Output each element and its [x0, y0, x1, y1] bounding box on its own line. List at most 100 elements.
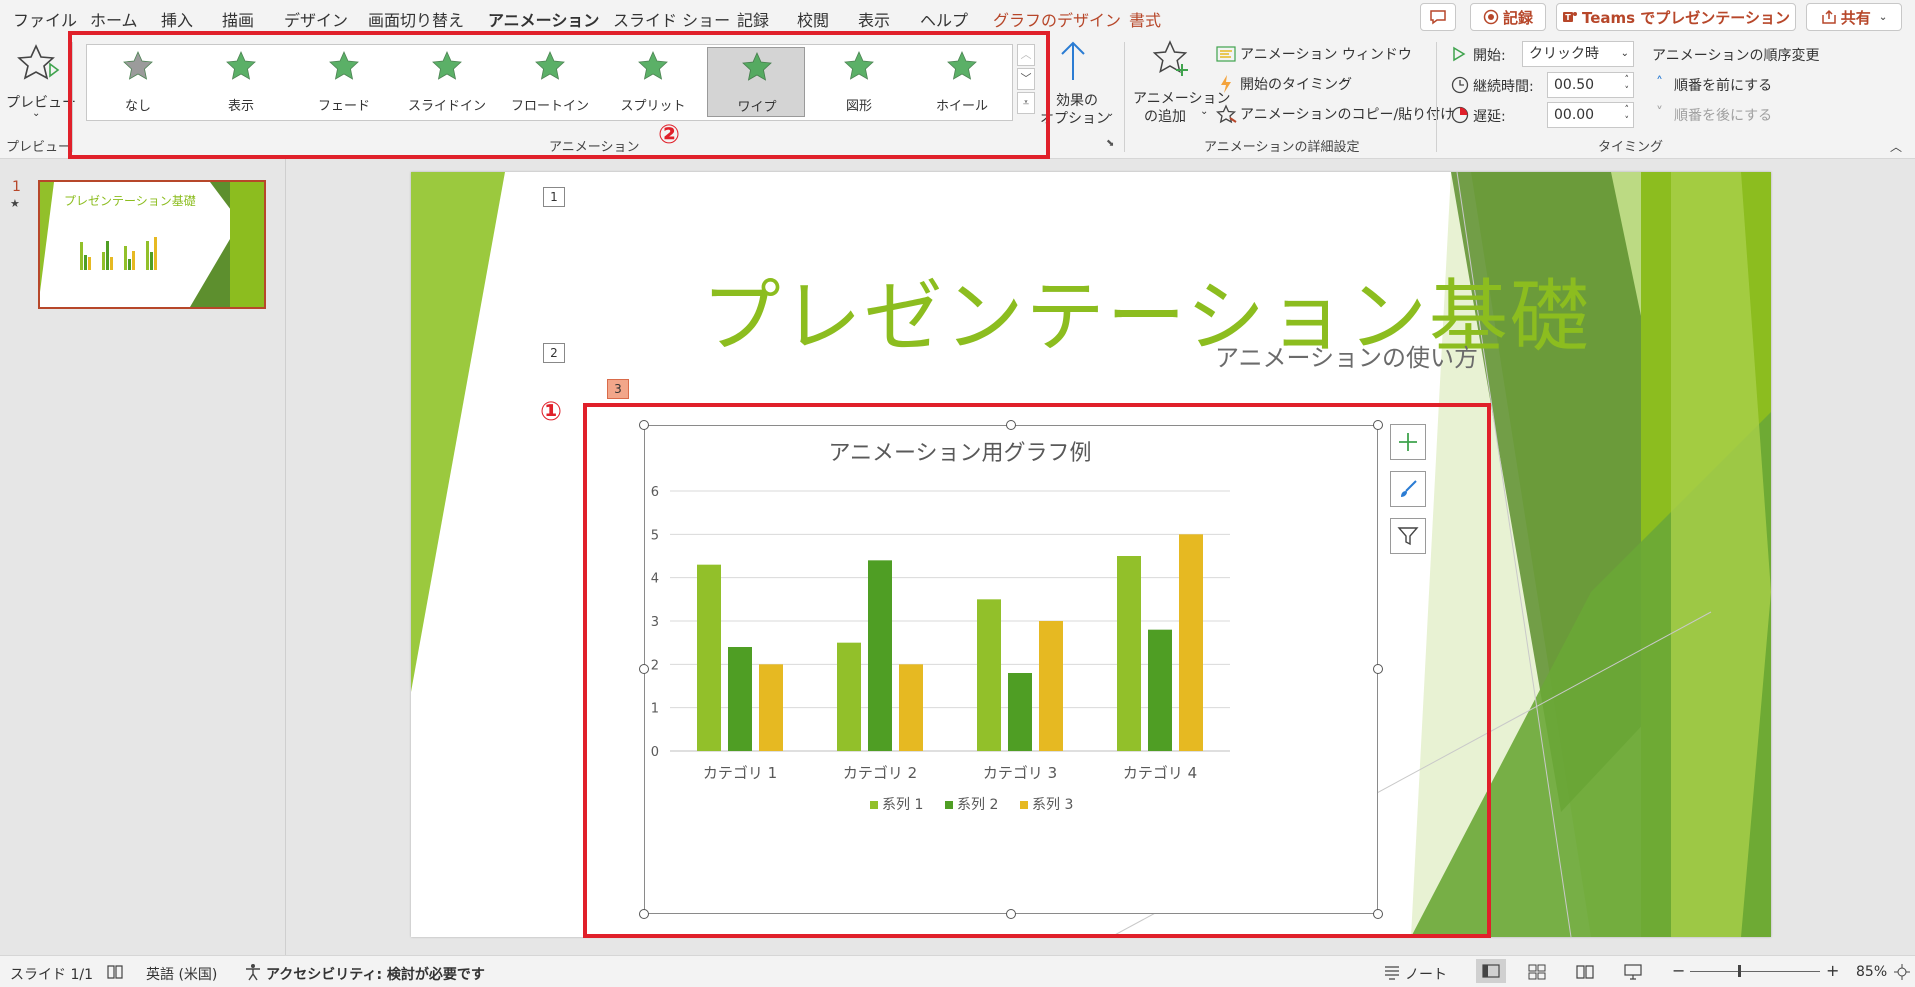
language-status[interactable]: 英語 (米国)	[146, 964, 217, 984]
animation-painter-label: アニメーションのコピー/貼り付け	[1240, 107, 1455, 123]
clock-icon	[1451, 76, 1469, 94]
duration-label: 継続時間:	[1473, 79, 1534, 95]
notes-button[interactable]: ノート	[1405, 964, 1447, 984]
preview-label: プレビュー	[6, 95, 76, 111]
thumbnail-number: 1	[12, 179, 21, 195]
dialog-launcher-icon[interactable]: ⬊	[1106, 138, 1114, 149]
menu-file[interactable]: ファイル	[13, 7, 77, 31]
animation-order-tag[interactable]: 1	[543, 187, 565, 207]
slideshow-icon[interactable]	[1624, 963, 1642, 981]
menu-draw[interactable]: 描画	[222, 7, 254, 31]
chevron-down-icon: ⌄	[32, 108, 41, 119]
play-icon	[1453, 46, 1466, 62]
animation-painter-icon	[1216, 104, 1237, 124]
delay-label: 遅延:	[1473, 109, 1506, 125]
animation-pane-label: アニメーション ウィンドウ	[1240, 47, 1412, 63]
animation-order-tag-selected[interactable]: 3	[607, 379, 629, 399]
trigger-label: 開始のタイミング	[1240, 77, 1352, 93]
preview-group-label: プレビュー	[6, 140, 72, 155]
delay-value: 00.00	[1554, 107, 1595, 123]
menu-help[interactable]: ヘルプ	[920, 7, 968, 31]
duration-spinner[interactable]: 00.50 ˄ ˅	[1547, 72, 1634, 98]
zoom-slider-thumb[interactable]	[1738, 965, 1741, 977]
chevron-down-icon: ⌄	[1200, 106, 1209, 117]
start-value: クリック時	[1529, 46, 1599, 62]
move-earlier-label: 順番を前にする	[1674, 78, 1773, 94]
slide-thumbnail[interactable]: プレゼンテーション基礎	[38, 180, 266, 309]
delay-icon	[1451, 106, 1469, 124]
menu-slideshow[interactable]: スライド ショー	[613, 7, 730, 31]
zoom-level[interactable]: 85%	[1856, 964, 1887, 980]
fit-to-window-icon[interactable]	[1893, 963, 1911, 981]
teams-present-button[interactable]: T Teams でプレゼンテーション	[1556, 3, 1796, 31]
menu-home[interactable]: ホーム	[90, 7, 138, 31]
divider	[1436, 42, 1437, 152]
share-label: 共有	[1840, 8, 1871, 27]
normal-view-button[interactable]	[1476, 959, 1506, 983]
caret-up-icon: ˄	[1656, 75, 1663, 91]
chevron-down-icon: ⌄	[1620, 48, 1629, 59]
comments-button[interactable]	[1420, 3, 1456, 31]
callout-box-2	[68, 31, 1050, 159]
callout-number-1: ①	[540, 397, 563, 427]
chevron-down-icon: ⌄	[1106, 108, 1115, 119]
arrow-up-icon	[1061, 41, 1085, 80]
accessibility-status[interactable]: アクセシビリティ: 検討が必要です	[266, 964, 485, 984]
add-animation-icon	[1152, 40, 1188, 76]
zoom-out-icon[interactable]: −	[1672, 961, 1685, 980]
menu-bar: ファイル ホーム 挿入 描画 デザイン 画面切り替え アニメーション スライド …	[0, 0, 1915, 38]
slide-subtitle-text: アニメーションの使い方	[1215, 344, 1479, 372]
reading-view-icon[interactable]	[1576, 964, 1594, 980]
slide-sorter-icon[interactable]	[1528, 964, 1546, 980]
menu-chart-design[interactable]: グラフのデザイン	[993, 7, 1121, 31]
teams-icon: T	[1562, 12, 1577, 22]
effect-options-label-1: 効果の	[1056, 93, 1098, 109]
record-button[interactable]: 記録	[1470, 3, 1546, 31]
preview-star-icon	[17, 44, 60, 80]
reorder-title: アニメーションの順序変更	[1652, 48, 1820, 64]
chevron-down-icon: ⌄	[1878, 11, 1888, 23]
menu-review[interactable]: 校閲	[797, 7, 829, 31]
callout-number-2: ②	[658, 120, 681, 150]
animation-pane-icon	[1216, 46, 1236, 62]
notes-icon	[1385, 966, 1399, 980]
preview-button[interactable]: プレビュー ⌄	[6, 40, 76, 128]
animation-star-icon: ★	[10, 197, 20, 210]
thumbnail-panel: 1 ★ プレゼンテーション基礎	[0, 159, 286, 955]
add-animation-button[interactable]: アニメーション の追加 ⌄	[1130, 38, 1230, 130]
share-button[interactable]: 共有 ⌄	[1806, 3, 1902, 31]
menu-design[interactable]: デザイン	[284, 7, 348, 31]
menu-view[interactable]: 表示	[858, 7, 890, 31]
zoom-slider[interactable]	[1690, 971, 1820, 972]
timing-group-label: タイミング	[1598, 140, 1664, 155]
menu-record[interactable]: 記録	[737, 7, 769, 31]
advanced-group-label: アニメーションの詳細設定	[1204, 140, 1360, 155]
start-select[interactable]: クリック時 ⌄	[1522, 41, 1634, 67]
comment-icon	[1430, 10, 1446, 25]
animation-order-tag[interactable]: 2	[543, 343, 565, 363]
menu-format[interactable]: 書式	[1129, 7, 1161, 31]
collapse-ribbon-icon[interactable]: ︿	[1890, 138, 1902, 155]
menu-transitions[interactable]: 画面切り替え	[368, 7, 464, 31]
zoom-in-icon[interactable]: +	[1826, 961, 1839, 980]
effect-options-label-2: オプション	[1040, 111, 1110, 127]
spin-down-icon[interactable]: ˅	[1625, 109, 1630, 133]
teams-label: Teams でプレゼンテーション	[1581, 8, 1791, 27]
status-bar: スライド 1/1 英語 (米国) アクセシビリティ: 検討が必要です ノート −…	[0, 955, 1915, 987]
share-icon	[1822, 9, 1836, 24]
slide-counter: スライド 1/1	[10, 967, 93, 983]
duration-value: 00.50	[1554, 77, 1595, 93]
spellcheck-icon[interactable]	[106, 964, 124, 980]
move-later-label: 順番を後にする	[1674, 108, 1773, 124]
thumbnail-title: プレゼンテーション基礎	[64, 194, 196, 208]
add-animation-label-2: の追加	[1144, 109, 1186, 125]
delay-spinner[interactable]: 00.00 ˄ ˅	[1547, 102, 1634, 128]
callout-box-1	[583, 403, 1491, 938]
chevron-down-icon: ⌄	[1340, 74, 1349, 85]
svg-text:T: T	[1565, 13, 1571, 22]
start-label: 開始:	[1473, 48, 1506, 64]
record-label: 記録	[1502, 8, 1533, 27]
divider	[1124, 42, 1125, 152]
menu-insert[interactable]: 挿入	[161, 7, 193, 31]
menu-animations[interactable]: アニメーション	[488, 7, 600, 38]
